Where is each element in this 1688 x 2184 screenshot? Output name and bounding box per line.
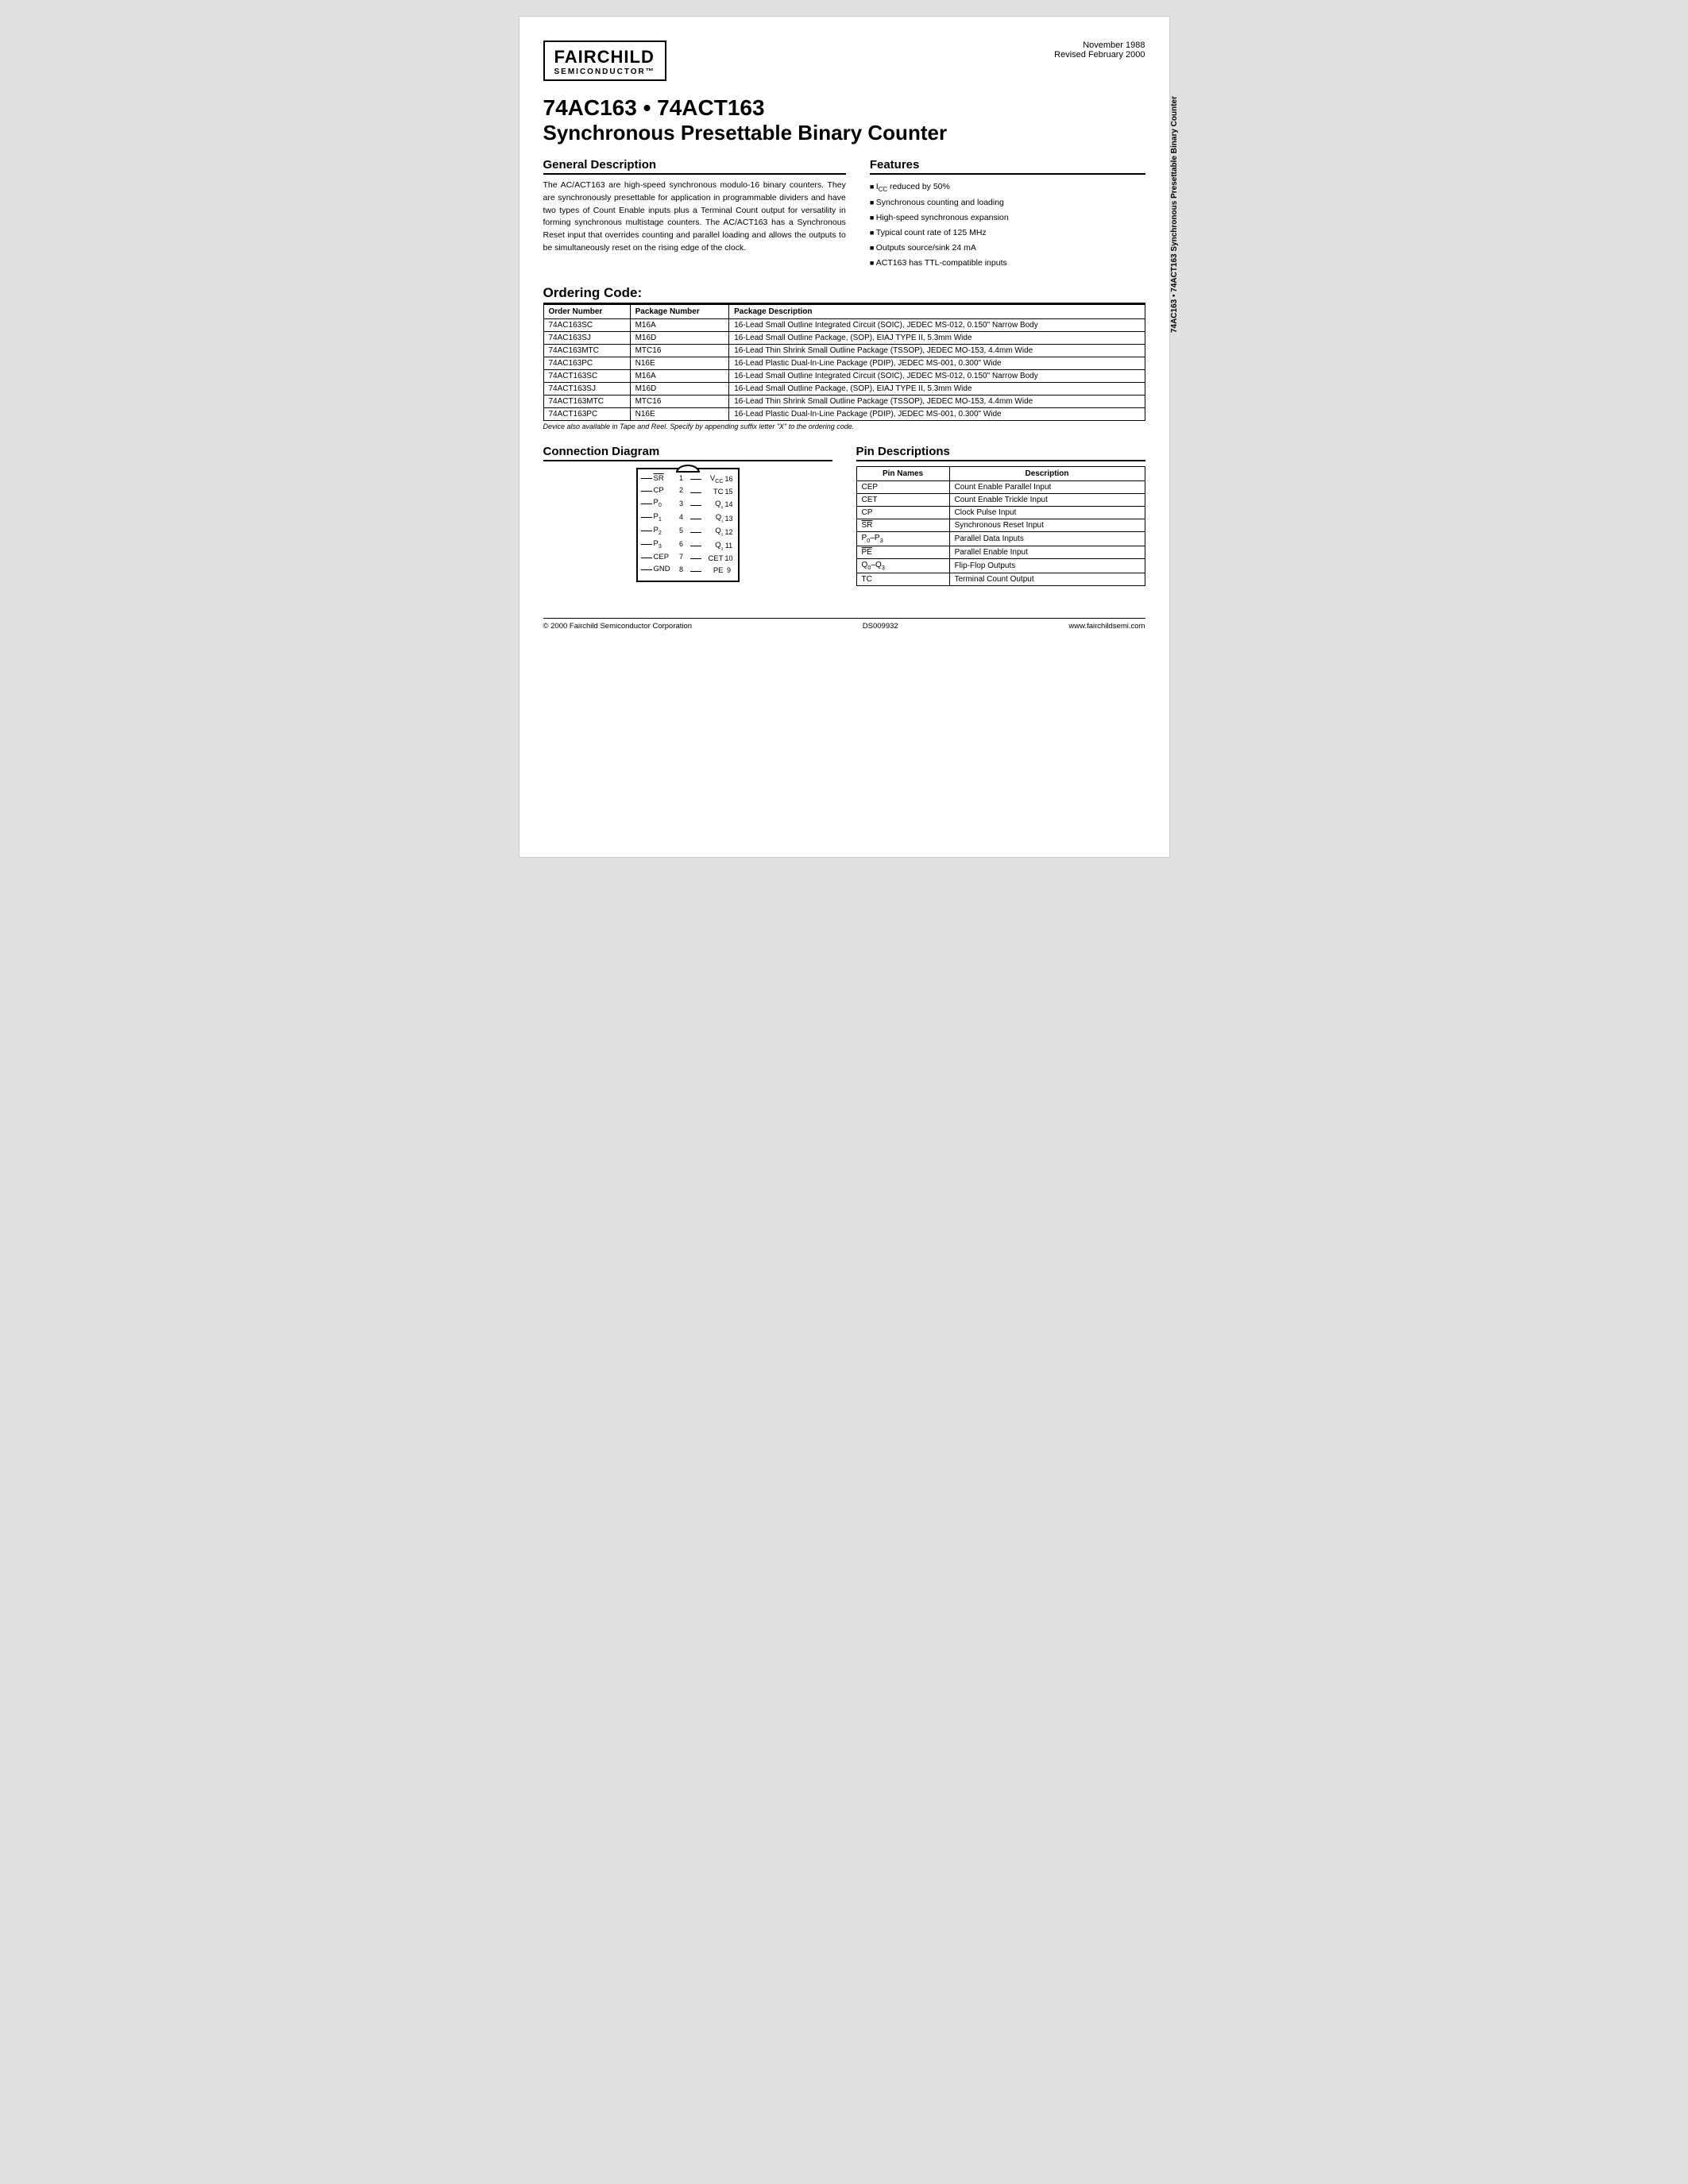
left-pin: P14: [641, 512, 687, 523]
footer-website: www.fairchildsemi.com: [1068, 622, 1145, 631]
footer-copyright: © 2000 Fairchild Semiconductor Corporati…: [543, 622, 693, 631]
left-pin: GND8: [641, 565, 687, 574]
desc-features-section: General Description The AC/ACT163 are hi…: [543, 158, 1145, 271]
ordering-section: Ordering Code: Order Number Package Numb…: [543, 285, 1145, 430]
col-package-number: Package Number: [630, 304, 729, 318]
title-line2: Synchronous Presettable Binary Counter: [543, 121, 1145, 145]
col-order-number: Order Number: [543, 304, 630, 318]
pin-descriptions-col: Pin Descriptions Pin Names Description C…: [856, 445, 1145, 586]
logo-block: FAIRCHILD SEMICONDUCTOR™: [543, 41, 666, 81]
feature-item: ICC reduced by 50%: [870, 179, 1145, 195]
right-pin: 11Q₃: [689, 541, 735, 552]
left-pin: CP2: [641, 486, 687, 496]
features-col: Features ICC reduced by 50% Synchronous …: [870, 158, 1145, 271]
connection-diagram: SR1 CP2 P03 P14 P25 P36 CEP7 GND8 16VCC 15TC 14Q₀…: [543, 468, 832, 583]
connection-diagram-heading: Connection Diagram: [543, 445, 832, 461]
logo-sub: SEMICONDUCTOR™: [554, 68, 655, 76]
right-pin: 15TC: [689, 488, 735, 497]
feature-item: Typical count rate of 125 MHz: [870, 226, 1145, 241]
ic-notch: [676, 465, 700, 473]
left-pins: SR1 CP2 P03 P14 P25 P36 CEP7 GND8: [641, 474, 687, 577]
col-description: Description: [949, 466, 1145, 480]
right-pin: 12Q₂: [689, 527, 735, 538]
list-item: PEParallel Enable Input: [856, 546, 1145, 558]
general-desc-heading: General Description: [543, 158, 846, 175]
right-pin: 16VCC: [689, 474, 735, 485]
table-row: 74AC163MTCMTC1616-Lead Thin Shrink Small…: [543, 344, 1145, 357]
col-package-desc: Package Description: [729, 304, 1145, 318]
right-pin: 14Q₀: [689, 500, 735, 511]
ordering-footnote: Device also available in Tape and Reel. …: [543, 423, 1145, 430]
features-list: ICC reduced by 50% Synchronous counting …: [870, 179, 1145, 271]
general-description-col: General Description The AC/ACT163 are hi…: [543, 158, 846, 271]
right-pin: 9PE: [689, 566, 735, 576]
table-row: 74ACT163PCN16E16-Lead Plastic Dual-In-Li…: [543, 407, 1145, 420]
list-item: CPClock Pulse Input: [856, 506, 1145, 519]
list-item: SRSynchronous Reset Input: [856, 519, 1145, 531]
col-pin-names: Pin Names: [856, 466, 949, 480]
table-row: 74AC163SJM16D16-Lead Small Outline Packa…: [543, 331, 1145, 344]
feature-item: Outputs source/sink 24 mA: [870, 241, 1145, 256]
footer-doc: DS009932: [863, 622, 898, 631]
main-title: 74AC163 • 74ACT163 Synchronous Presettab…: [543, 95, 1145, 145]
list-item: TCTerminal Count Output: [856, 573, 1145, 585]
table-row: 74ACT163SCM16A16-Lead Small Outline Inte…: [543, 369, 1145, 382]
list-item: Q0–Q3Flip-Flop Outputs: [856, 558, 1145, 573]
logo-name: FAIRCHILD: [554, 47, 655, 68]
left-pin: SR1: [641, 474, 687, 484]
footer: © 2000 Fairchild Semiconductor Corporati…: [543, 618, 1145, 631]
page: 74AC163 • 74ACT163 Synchronous Presettab…: [519, 16, 1170, 858]
list-item: CETCount Enable Trickle Input: [856, 493, 1145, 506]
right-pin: 13Q₁: [689, 513, 735, 524]
features-heading: Features: [870, 158, 1145, 175]
pin-descriptions-heading: Pin Descriptions: [856, 445, 1145, 461]
pin-rows: SR1 CP2 P03 P14 P25 P36 CEP7 GND8 16VCC 15TC 14Q₀…: [638, 474, 738, 577]
side-label: 74AC163 • 74ACT163 Synchronous Presettab…: [1169, 96, 1199, 333]
left-pin: P25: [641, 526, 687, 537]
general-desc-text: The AC/ACT163 are high-speed synchronous…: [543, 179, 846, 255]
header: FAIRCHILD SEMICONDUCTOR™ November 1988 R…: [543, 41, 1145, 81]
date-block: November 1988 Revised February 2000: [1054, 41, 1145, 60]
pin-desc-table: Pin Names Description CEPCount Enable Pa…: [856, 466, 1145, 586]
table-row: 74AC163SCM16A16-Lead Small Outline Integ…: [543, 318, 1145, 331]
table-row: 74ACT163SJM16D16-Lead Small Outline Pack…: [543, 382, 1145, 395]
feature-item: Synchronous counting and loading: [870, 195, 1145, 210]
left-pin: P03: [641, 498, 687, 509]
right-pins: 16VCC 15TC 14Q₀ 13Q₁ 12Q₂ 11Q₃ 10CET 9PE: [689, 474, 735, 577]
feature-item: ACT163 has TTL-compatible inputs: [870, 256, 1145, 271]
list-item: CEPCount Enable Parallel Input: [856, 480, 1145, 493]
table-row: 74ACT163MTCMTC1616-Lead Thin Shrink Smal…: [543, 395, 1145, 407]
table-row: 74AC163PCN16E16-Lead Plastic Dual-In-Lin…: [543, 357, 1145, 369]
right-pin: 10CET: [689, 554, 735, 564]
feature-item: High-speed synchronous expansion: [870, 210, 1145, 226]
list-item: P0–P3Parallel Data Inputs: [856, 531, 1145, 546]
title-line1: 74AC163 • 74ACT163: [543, 95, 1145, 121]
ordering-table: Order Number Package Number Package Desc…: [543, 304, 1145, 421]
left-pin: CEP7: [641, 553, 687, 562]
connection-diagram-col: Connection Diagram SR1 CP2 P03 P14 P25 P36 CEP…: [543, 445, 832, 586]
date-line2: Revised February 2000: [1054, 50, 1145, 60]
ordering-heading: Ordering Code:: [543, 285, 1145, 304]
ic-package: SR1 CP2 P03 P14 P25 P36 CEP7 GND8 16VCC 15TC 14Q₀…: [636, 468, 740, 583]
date-line1: November 1988: [1054, 41, 1145, 50]
left-pin: P36: [641, 539, 687, 550]
bottom-section: Connection Diagram SR1 CP2 P03 P14 P25 P36 CEP…: [543, 445, 1145, 586]
